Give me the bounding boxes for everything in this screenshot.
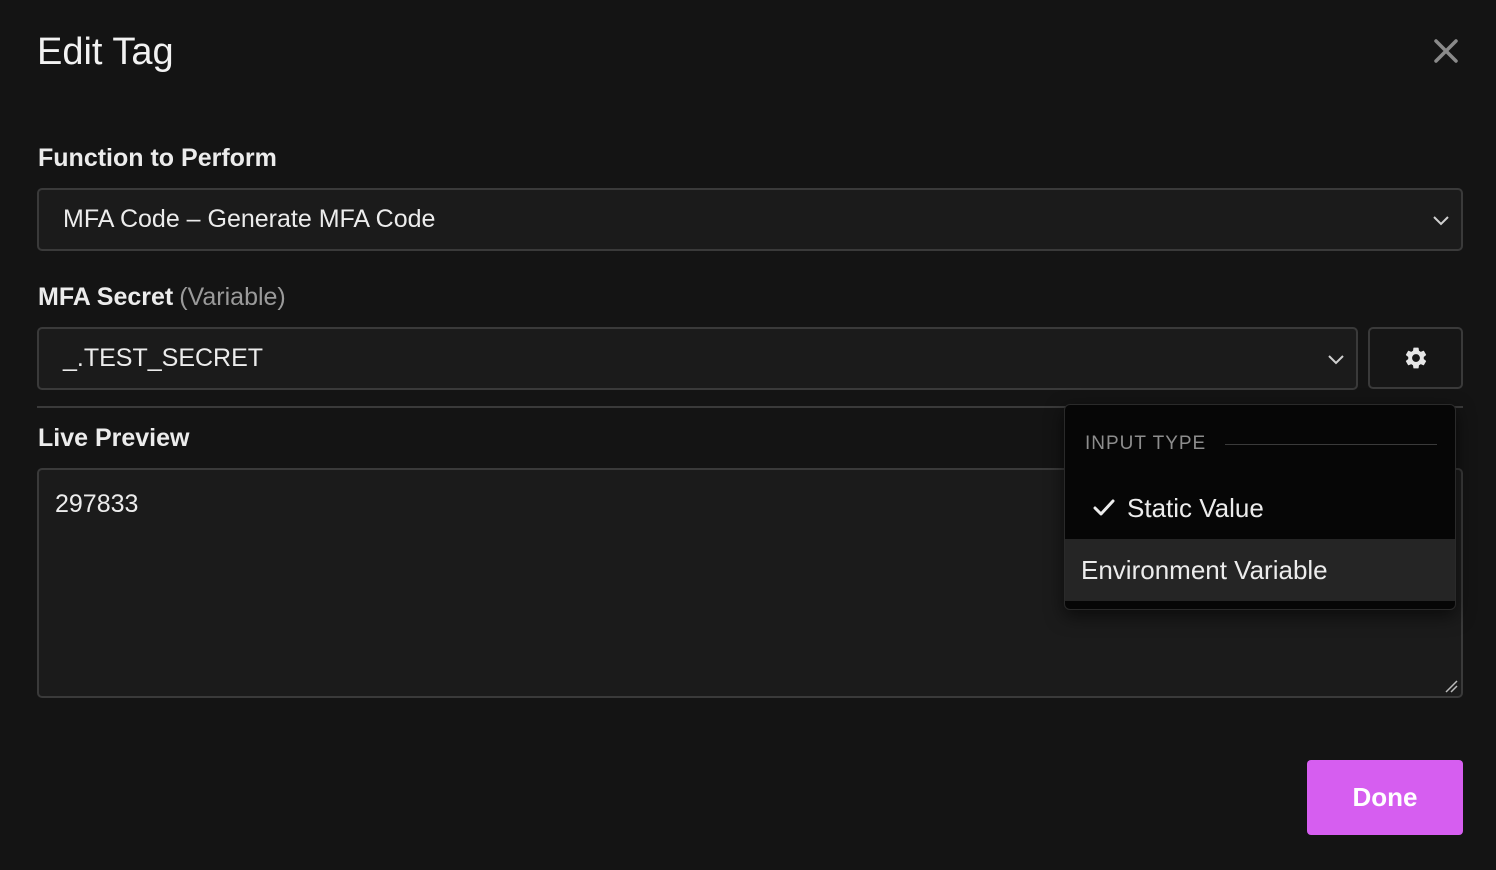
function-select[interactable]: MFA Code – Generate MFA Code [37, 188, 1463, 251]
menu-item-environment-variable[interactable]: Environment Variable [1065, 539, 1455, 601]
gear-icon [1405, 347, 1426, 369]
close-button[interactable] [1428, 33, 1464, 69]
menu-item-static-value[interactable]: Static Value [1065, 477, 1455, 539]
mfa-secret-hint: (Variable) [179, 283, 286, 311]
mfa-secret-select[interactable]: _.TEST_SECRET [37, 327, 1358, 390]
chevron-down-icon [1433, 215, 1449, 225]
done-button[interactable]: Done [1307, 760, 1463, 835]
menu-header-divider [1225, 444, 1437, 445]
mfa-secret-select-value: _.TEST_SECRET [63, 344, 264, 372]
dialog-title: Edit Tag [37, 31, 174, 73]
live-preview-value: 297833 [55, 490, 139, 518]
chevron-down-icon [1328, 354, 1344, 364]
input-type-settings-button[interactable] [1368, 327, 1463, 389]
close-icon [1434, 39, 1458, 63]
live-preview-label: Live Preview [38, 424, 190, 452]
menu-item-label: Static Value [1127, 492, 1264, 523]
input-type-menu: INPUT TYPE Static Value Environment Vari… [1064, 404, 1456, 610]
function-select-value: MFA Code – Generate MFA Code [63, 205, 436, 233]
mfa-secret-label: MFA Secret (Variable) [38, 282, 286, 312]
function-label: Function to Perform [38, 144, 277, 172]
input-type-menu-header: INPUT TYPE [1085, 433, 1207, 454]
menu-item-label: Environment Variable [1081, 554, 1328, 585]
resize-handle-icon[interactable] [1444, 679, 1458, 693]
check-icon [1093, 499, 1115, 516]
mfa-secret-label-text: MFA Secret [38, 283, 174, 311]
edit-tag-dialog: Edit Tag Function to Perform MFA Code – … [0, 0, 1496, 870]
